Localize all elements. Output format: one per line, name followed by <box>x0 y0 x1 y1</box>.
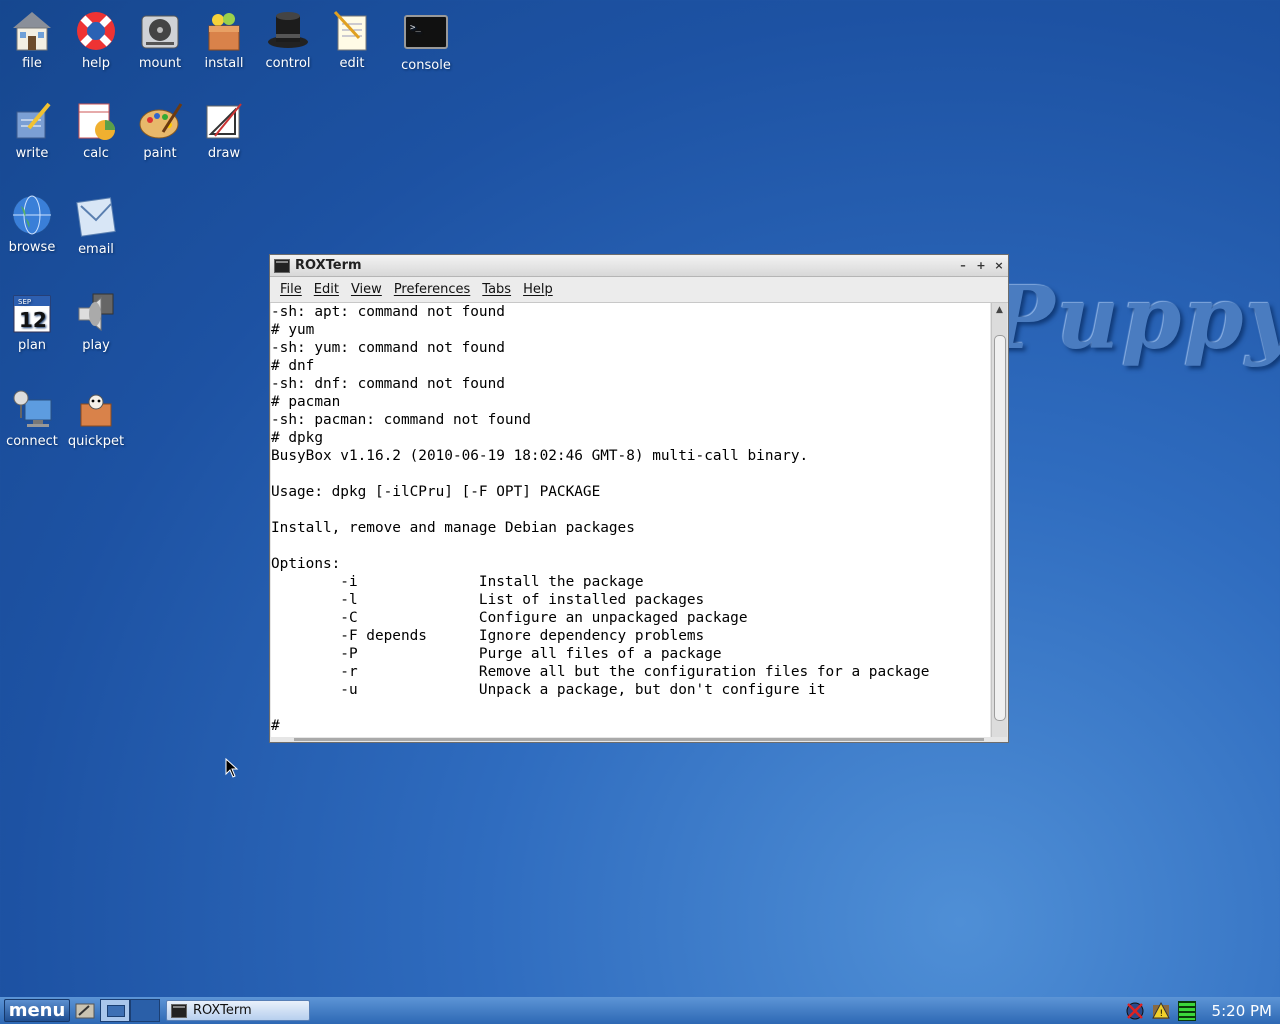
mail-icon <box>73 194 119 240</box>
taskbar-item-roxterm[interactable]: ROXTerm <box>166 1000 310 1021</box>
drawing-icon <box>201 98 247 144</box>
desktop-icon-label: draw <box>207 146 241 161</box>
desktop-icon-label: quickpet <box>67 434 125 449</box>
palette-icon <box>137 98 183 144</box>
memory-status-icon[interactable] <box>1176 1000 1198 1022</box>
taskbar-item-label: ROXTerm <box>193 1003 252 1018</box>
desktop-icon-label: control <box>265 56 311 71</box>
desktop-icon-console[interactable]: >_ console <box>394 10 458 73</box>
package-icon <box>201 8 247 54</box>
pet-box-icon <box>73 386 119 432</box>
desktop-icon-label: email <box>78 242 114 257</box>
desktop-icon-label: plan <box>17 338 47 353</box>
terminal-icon <box>274 258 290 273</box>
desktop-icon-write[interactable]: write <box>0 98 64 161</box>
svg-text:>_: >_ <box>410 23 421 33</box>
close-button[interactable]: × <box>990 259 1008 272</box>
desktop-icon-file[interactable]: file <box>0 8 64 71</box>
desktop-icon-browse[interactable]: browse <box>0 192 64 255</box>
spreadsheet-icon <box>73 98 119 144</box>
desktop-icon-label: calc <box>83 146 109 161</box>
roxterm-window[interactable]: ROXTerm – + × File Edit View Preferences… <box>269 254 1009 743</box>
house-icon <box>9 8 55 54</box>
scroll-up-arrow-icon[interactable]: ▲ <box>992 303 1007 317</box>
menu-tabs[interactable]: Tabs <box>482 282 511 297</box>
window-title: ROXTerm <box>295 258 362 273</box>
window-titlebar[interactable]: ROXTerm – + × <box>270 255 1008 277</box>
mouse-pointer-icon <box>225 758 239 778</box>
terminal-icon <box>171 1003 187 1018</box>
terminal-text: -sh: apt: command not found # yum -sh: y… <box>271 304 930 734</box>
desktop-icon-label: edit <box>339 56 365 71</box>
puppy-watermark: Puppy <box>990 268 1280 369</box>
desktop-icon-calc[interactable]: calc <box>64 98 128 161</box>
desktop-icon-draw[interactable]: draw <box>192 98 256 161</box>
desktop-icon-paint[interactable]: paint <box>128 98 192 161</box>
desktop-icon-connect[interactable]: connect <box>0 386 64 449</box>
desktop-icon-play[interactable]: play <box>64 290 128 353</box>
taskbar: menu ROXTerm ! 5:20 PM <box>0 997 1280 1024</box>
menu-help[interactable]: Help <box>523 282 553 297</box>
desktop-icon-label: help <box>81 56 111 71</box>
desktop-icon-mount[interactable]: mount <box>128 8 192 71</box>
desktop-icon-label: browse <box>8 240 56 255</box>
desktop-icon-quickpet[interactable]: quickpet <box>64 386 128 449</box>
workspace-1[interactable] <box>100 999 130 1022</box>
desktop-icon-label: connect <box>6 434 58 449</box>
desktop-icon-control[interactable]: control <box>256 8 320 71</box>
terminal-icon: >_ <box>403 10 449 56</box>
vertical-scrollbar[interactable]: ▲ <box>991 303 1007 737</box>
workspace-2[interactable] <box>130 999 160 1022</box>
desktop-icon-label: install <box>204 56 244 71</box>
menu-preferences[interactable]: Preferences <box>394 282 470 297</box>
menu-view[interactable]: View <box>351 282 382 297</box>
desktop-icon-label: write <box>15 146 49 161</box>
desktop-icon-label: play <box>82 338 110 353</box>
desktop-icon-label: console <box>401 58 451 73</box>
system-tray: ! 5:20 PM <box>1120 1000 1280 1022</box>
speaker-icon <box>73 290 119 336</box>
harddrive-icon <box>137 8 183 54</box>
window-bottom-edge <box>294 738 984 741</box>
desktop-icon-plan[interactable]: SEP 12 plan <box>0 290 64 353</box>
menu-file[interactable]: File <box>280 282 302 297</box>
minimize-button[interactable]: – <box>954 259 972 272</box>
network-disconnected-icon[interactable] <box>1124 1000 1146 1022</box>
write-icon <box>9 98 55 144</box>
warning-icon[interactable]: ! <box>1150 1000 1172 1022</box>
terminal-output[interactable]: -sh: apt: command not found # yum -sh: y… <box>271 303 990 737</box>
clock[interactable]: 5:20 PM <box>1212 1002 1272 1020</box>
desktop-icon-email[interactable]: email <box>64 194 128 257</box>
notepad-icon <box>329 8 375 54</box>
menu-bar: File Edit View Preferences Tabs Help <box>270 277 1008 303</box>
scrollbar-thumb[interactable] <box>994 335 1006 721</box>
desktop-icon-label: paint <box>143 146 177 161</box>
svg-text:12: 12 <box>19 308 47 332</box>
svg-text:SEP: SEP <box>18 298 31 306</box>
network-icon <box>9 386 55 432</box>
desktop-icon-label: file <box>22 56 42 71</box>
start-menu-button[interactable]: menu <box>4 999 70 1022</box>
menu-edit[interactable]: Edit <box>314 282 339 297</box>
workspace-pager <box>100 999 160 1022</box>
desktop-icon-edit[interactable]: edit <box>320 8 384 71</box>
show-desktop-icon[interactable] <box>73 1000 97 1021</box>
desktop-icon-install[interactable]: install <box>192 8 256 71</box>
maximize-button[interactable]: + <box>972 259 990 272</box>
desktop-icon-label: mount <box>138 56 182 71</box>
svg-text:!: ! <box>1159 1009 1163 1019</box>
globe-icon <box>9 192 55 238</box>
lifebuoy-icon <box>73 8 119 54</box>
desktop-icon-help[interactable]: help <box>64 8 128 71</box>
calendar-icon: SEP 12 <box>9 290 55 336</box>
top-hat-icon <box>265 8 311 54</box>
